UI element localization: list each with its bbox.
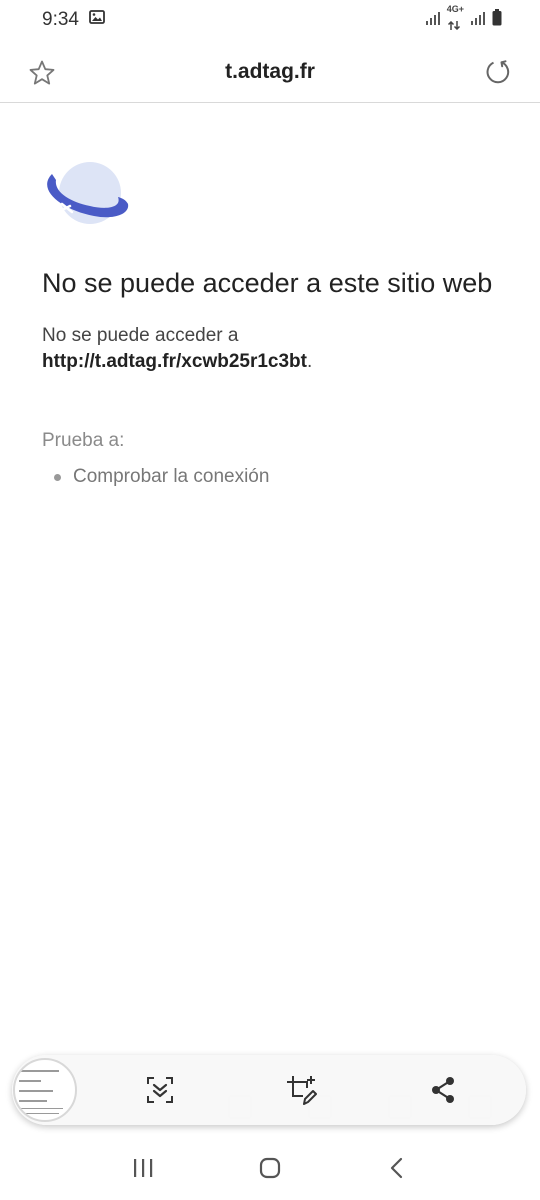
signal-icon xyxy=(425,9,441,31)
error-title: No se puede acceder a este sitio web xyxy=(42,268,493,298)
error-url: http://t.adtag.fr/xcwb25r1c3bt xyxy=(42,351,307,372)
image-icon xyxy=(89,9,105,31)
error-description-text: No se puede acceder a xyxy=(42,325,239,346)
address-bar[interactable]: t.adtag.fr xyxy=(0,42,540,103)
network-type-label: 4G+ xyxy=(446,3,464,14)
screenshot-thumbnail[interactable] xyxy=(13,1058,77,1122)
data-arrows-icon: 4G+ xyxy=(446,3,464,36)
star-icon[interactable] xyxy=(28,59,56,92)
status-bar: 9:34 4G+ xyxy=(0,0,540,40)
battery-icon xyxy=(492,8,502,32)
reload-icon[interactable] xyxy=(484,58,512,91)
back-icon[interactable] xyxy=(385,1156,409,1185)
suggestion-item: Comprobar la conexión xyxy=(42,466,502,488)
suggestion-text: Comprobar la conexión xyxy=(73,466,270,487)
home-icon[interactable] xyxy=(258,1156,282,1185)
crop-edit-icon[interactable] xyxy=(285,1074,317,1106)
planet-icon xyxy=(42,160,502,237)
try-label: Prueba a: xyxy=(42,430,125,451)
share-icon[interactable] xyxy=(427,1074,459,1106)
error-page: No se puede acceder a este sitio web No … xyxy=(42,160,502,488)
scroll-capture-icon[interactable] xyxy=(144,1074,176,1106)
url-text[interactable]: t.adtag.fr xyxy=(225,60,315,84)
error-description: No se puede acceder a http://t.adtag.fr/… xyxy=(42,323,502,375)
signal-icon xyxy=(470,9,486,31)
navigation-bar xyxy=(0,1140,540,1200)
status-time: 9:34 xyxy=(42,9,79,30)
capture-toolbar xyxy=(12,1055,526,1125)
error-description-end: . xyxy=(307,351,313,372)
recents-icon[interactable] xyxy=(131,1157,155,1184)
bullet-icon xyxy=(54,473,61,481)
